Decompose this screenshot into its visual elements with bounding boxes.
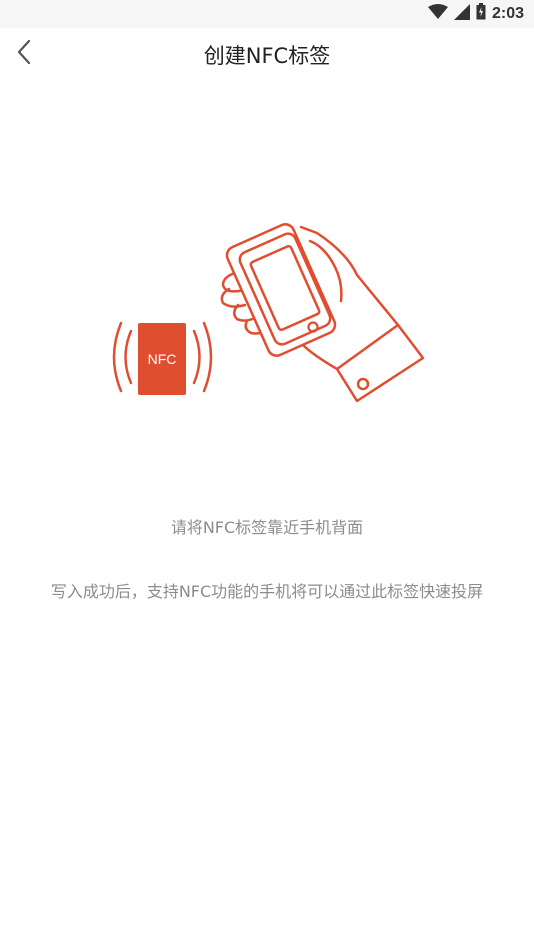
page-title: 创建NFC标签 — [203, 44, 331, 68]
nfc-description-text: 写入成功后，支持NFC功能的手机将可以通过此标签快速投屏 — [50, 582, 484, 601]
signal-icon — [453, 3, 470, 25]
nfc-hint-text: 请将NFC标签靠近手机背面 — [170, 518, 364, 537]
status-time: 2:03 — [491, 5, 524, 22]
status-icons: 2:03 — [427, 3, 524, 25]
status-bar: 2:03 — [0, 0, 534, 28]
battery-icon — [476, 3, 486, 25]
nfc-tap-illustration: NFC — [112, 223, 425, 403]
sleeve — [335, 323, 425, 403]
wave-left-outer — [112, 321, 123, 393]
app-bar: 创建NFC标签 — [0, 28, 534, 82]
wifi-icon — [427, 3, 448, 25]
nfc-illustration: NFC — [95, 205, 435, 405]
wave-left-inner — [124, 329, 133, 385]
wave-right-inner — [192, 329, 201, 385]
nfc-tag-label: NFC — [148, 351, 177, 367]
wave-right-outer — [202, 321, 213, 393]
